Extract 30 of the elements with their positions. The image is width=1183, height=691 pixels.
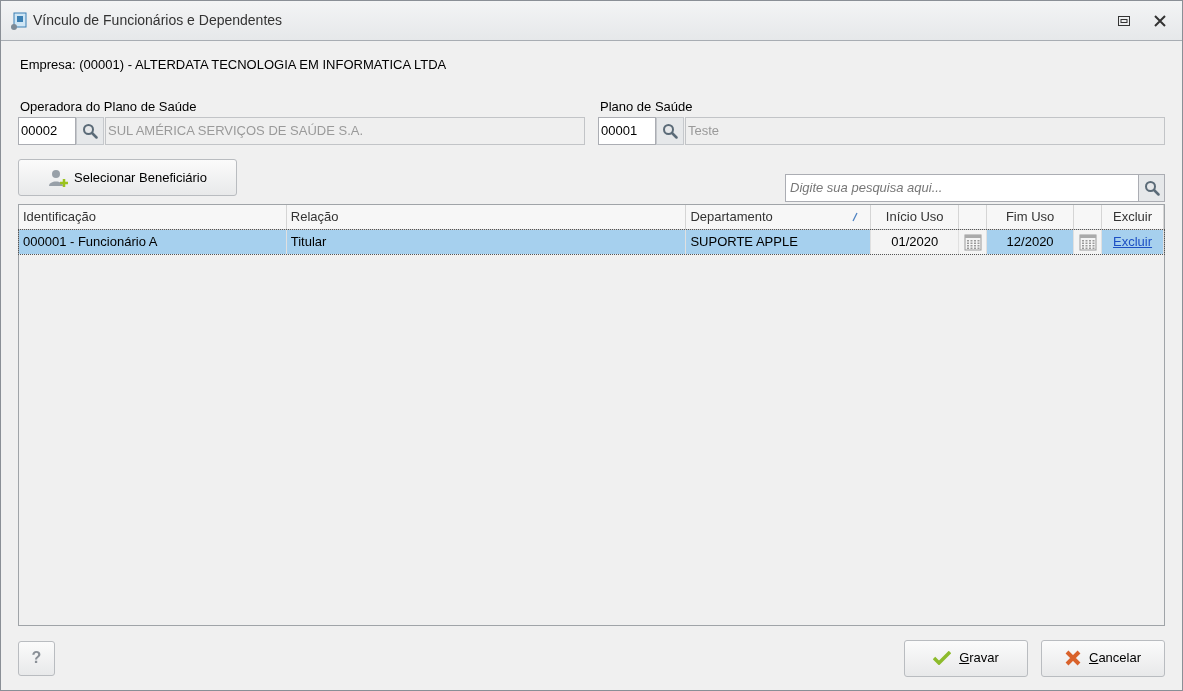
close-icon[interactable] — [1154, 14, 1166, 27]
company-label: Empresa: (00001) - ALTERDATA TECNOLOGIA EM INFORMATICA LTDA — [20, 56, 448, 74]
select-beneficiary-button[interactable]: Selecionar Beneficiário — [18, 159, 237, 196]
sort-indicator-icon — [852, 212, 859, 222]
save-button[interactable]: Gravar — [904, 639, 1028, 677]
window-title: Vínculo de Funcionários e Dependentes — [33, 11, 283, 30]
table-cell: Titular — [286, 230, 687, 254]
app-icon — [9, 10, 29, 31]
table-cell: 01/2020 — [871, 230, 960, 254]
delete-link[interactable]: Excluir — [1113, 232, 1153, 252]
field-label: Plano de Saúde — [600, 97, 694, 116]
field-label: Operadora do Plano de Saúde — [20, 97, 198, 116]
search-icon — [1143, 180, 1160, 196]
cancel-button[interactable]: Cancelar — [1041, 639, 1165, 677]
table-cell: 000001 - Funcionário A — [19, 230, 287, 254]
search-field[interactable]: Digite sua pesquisa aqui... — [785, 174, 1139, 202]
lookup-button[interactable] — [656, 117, 684, 145]
search-icon — [662, 123, 678, 139]
table-row[interactable]: 000001 - Funcionário A Titular SUPORTE APPLE 01/2020 12/2020 Excluir — [19, 230, 1164, 254]
search-icon — [82, 123, 98, 139]
code-field[interactable]: 00001 — [598, 117, 656, 145]
code-field[interactable]: 00002 — [18, 117, 76, 145]
calendar-icon[interactable] — [1078, 233, 1097, 251]
lookup-button[interactable] — [76, 117, 104, 145]
calendar-icon[interactable] — [963, 233, 982, 251]
cross-icon — [1065, 650, 1081, 666]
add-user-icon — [48, 167, 70, 188]
restore-icon[interactable] — [1118, 15, 1130, 26]
checkmark-icon — [933, 651, 952, 665]
search-button[interactable] — [1139, 174, 1165, 202]
